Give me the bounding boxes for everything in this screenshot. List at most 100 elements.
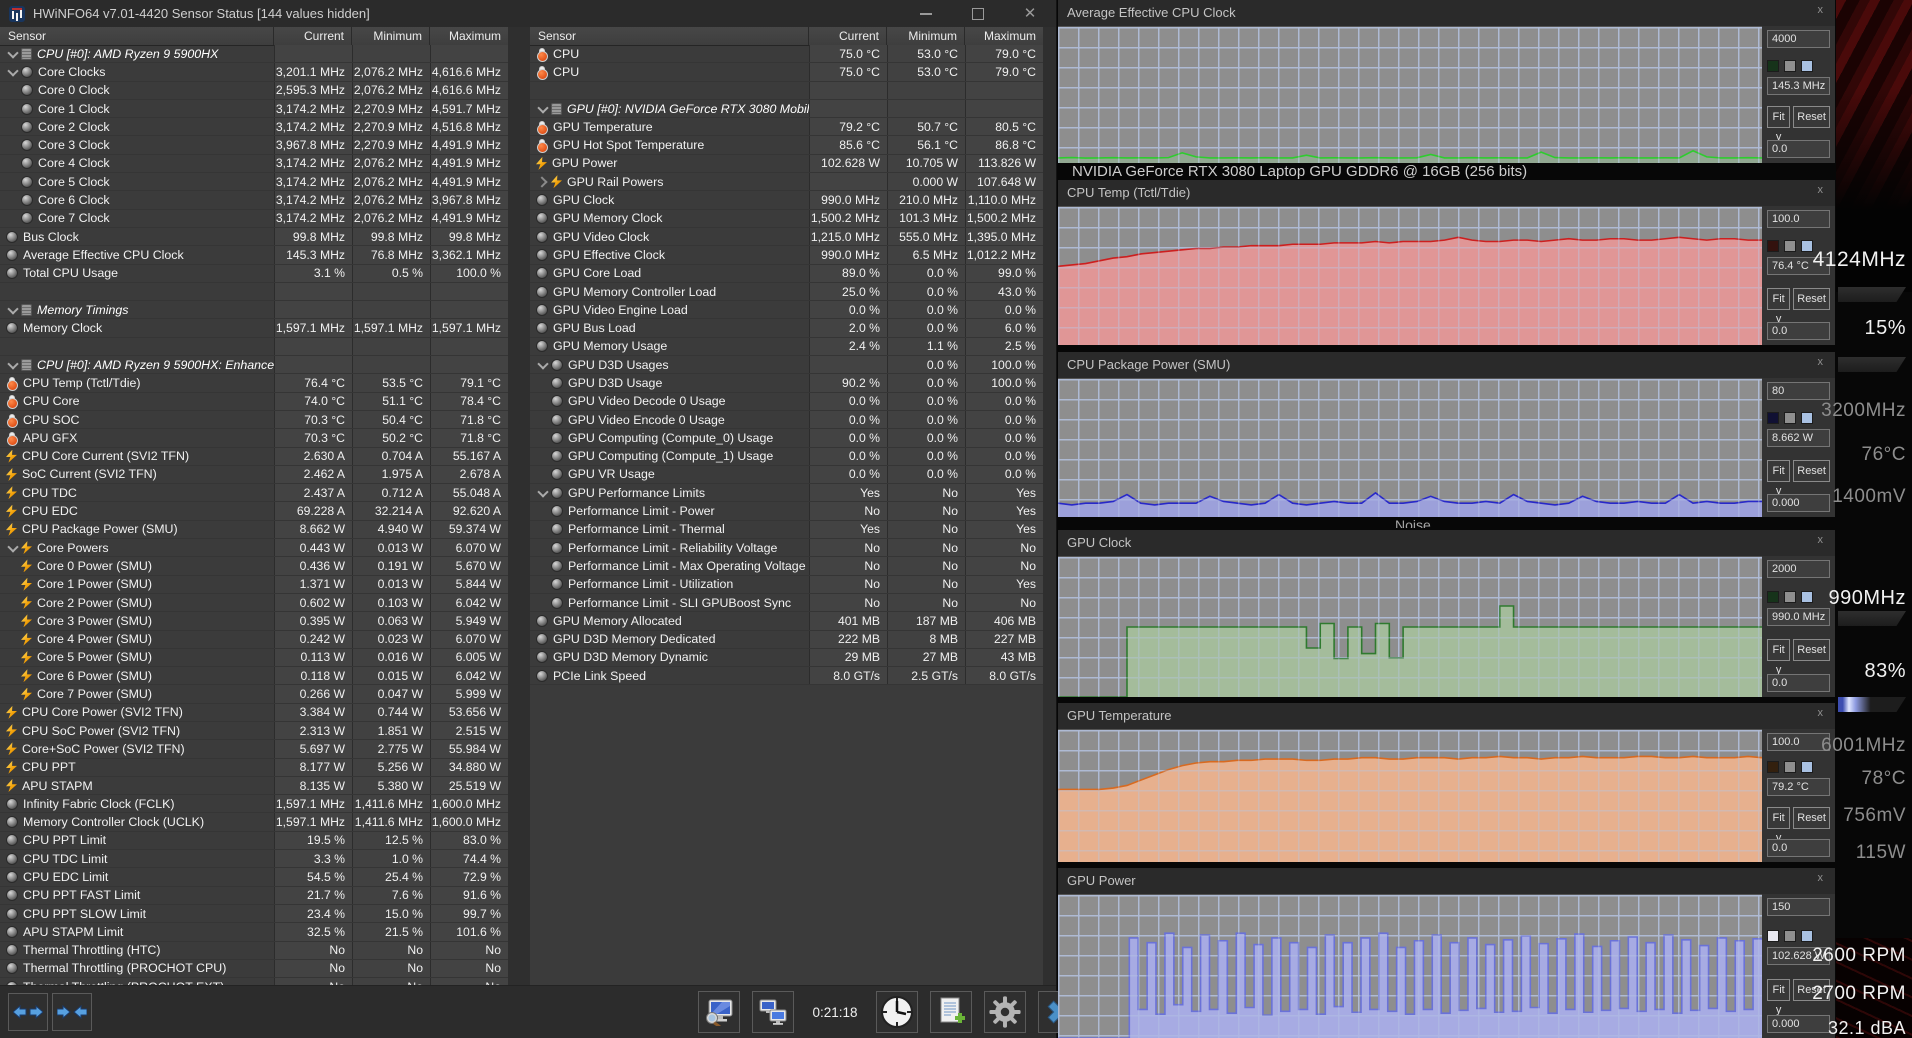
graph-titlebar[interactable]: CPU Package Power (SMU)x	[1058, 352, 1835, 378]
grid-color-swatch[interactable]	[1801, 60, 1813, 72]
sensor-row[interactable]: GPU Memory Allocated401 MB187 MB406 MB	[530, 612, 1043, 630]
scale-max-field[interactable]: 150	[1767, 898, 1830, 916]
column-header-maximum[interactable]: Maximum	[429, 27, 508, 45]
close-icon[interactable]: x	[1818, 356, 1824, 368]
sensor-row[interactable]: CPU PPT8.177 W5.256 W34.880 W	[0, 759, 508, 777]
sensor-row[interactable]: Core 6 Power (SMU)0.118 W0.015 W6.042 W	[0, 667, 508, 685]
chevron-down-icon[interactable]	[8, 49, 17, 58]
sensor-row[interactable]: Core+SoC Power (SVI2 TFN)5.697 W2.775 W5…	[0, 740, 508, 758]
sensor-row[interactable]: GPU Bus Load2.0 %0.0 %6.0 %	[530, 319, 1043, 337]
sensor-group-row[interactable]: GPU [#0]: NVIDIA GeForce RTX 3080 Mobile…	[530, 100, 1043, 118]
sensor-row[interactable]: GPU Computing (Compute_1) Usage0.0 %0.0 …	[530, 448, 1043, 466]
grid-color-swatch[interactable]	[1801, 412, 1813, 424]
sensor-row[interactable]: CPU PPT Limit19.5 %12.5 %83.0 %	[0, 832, 508, 850]
fit-y-button[interactable]: Fit y	[1767, 288, 1790, 310]
reset-button[interactable]: Reset	[1793, 288, 1830, 310]
reset-button[interactable]: Reset	[1793, 460, 1830, 482]
line-color-swatch[interactable]	[1767, 591, 1779, 603]
background-color-swatch[interactable]	[1784, 930, 1796, 942]
table-header[interactable]: Sensor Current Minimum Maximum	[530, 27, 1043, 46]
table-header[interactable]: Sensor Current Minimum Maximum	[0, 27, 508, 46]
sensor-row[interactable]: APU STAPM8.135 W5.380 W25.519 W	[0, 777, 508, 795]
system-summary-button[interactable]	[698, 991, 740, 1033]
sensor-row[interactable]: APU STAPM Limit32.5 %21.5 %101.6 %	[0, 923, 508, 941]
sensor-group-row[interactable]: CPU [#0]: AMD Ryzen 9 5900HX	[0, 45, 508, 63]
scale-min-field[interactable]: 0.000	[1767, 1015, 1830, 1033]
background-color-swatch[interactable]	[1784, 60, 1796, 72]
sensor-row[interactable]: Memory Controller Clock (UCLK)1,597.1 MH…	[0, 813, 508, 831]
background-color-swatch[interactable]	[1784, 761, 1796, 773]
sensor-row[interactable]: GPU Effective Clock990.0 MHz6.5 MHz1,012…	[530, 246, 1043, 264]
sensor-row[interactable]: GPU Memory Controller Load25.0 %0.0 %43.…	[530, 283, 1043, 301]
remote-monitoring-button[interactable]	[752, 991, 794, 1033]
sensor-row[interactable]: GPU Core Load89.0 %0.0 %99.0 %	[530, 265, 1043, 283]
sensor-row[interactable]: Performance Limit - ThermalYesNoYes	[530, 521, 1043, 539]
column-header-current[interactable]: Current	[273, 27, 351, 45]
sensor-row[interactable]: Core 7 Clock3,174.2 MHz2,076.2 MHz4,491.…	[0, 210, 508, 228]
chevron-right-icon[interactable]	[538, 177, 547, 186]
scale-max-field[interactable]: 4000	[1767, 30, 1830, 48]
sensor-row[interactable]: Thermal Throttling (HTC)NoNoNo	[0, 942, 508, 960]
sensor-row[interactable]: CPU SoC Power (SVI2 TFN)2.313 W1.851 W2.…	[0, 722, 508, 740]
sensor-row[interactable]: Core 3 Power (SMU)0.395 W0.063 W5.949 W	[0, 612, 508, 630]
reset-button[interactable]: Reset	[1793, 639, 1830, 661]
line-color-swatch[interactable]	[1767, 60, 1779, 72]
sensor-row[interactable]: Core 1 Power (SMU)1.371 W0.013 W5.844 W	[0, 576, 508, 594]
fit-y-button[interactable]: Fit y	[1767, 807, 1790, 829]
scale-min-field[interactable]: 0.0	[1767, 674, 1830, 692]
sensor-row[interactable]: GPU Video Engine Load0.0 %0.0 %0.0 %	[530, 301, 1043, 319]
scale-min-field[interactable]: 0.0	[1767, 322, 1830, 340]
column-header-minimum[interactable]: Minimum	[886, 27, 964, 45]
sensor-group-row[interactable]: Memory Timings	[0, 301, 508, 319]
fit-y-button[interactable]: Fit y	[1767, 106, 1790, 128]
column-header-sensor[interactable]: Sensor	[0, 27, 273, 45]
chevron-down-icon[interactable]	[538, 104, 547, 113]
sensor-row[interactable]: CPU Core Current (SVI2 TFN)2.630 A0.704 …	[0, 448, 508, 466]
maximize-button[interactable]	[952, 0, 1004, 27]
chevron-down-icon[interactable]	[538, 360, 547, 369]
scale-min-field[interactable]: 0.0	[1767, 839, 1830, 857]
sensor-row[interactable]: CPU TDC2.437 A0.712 A55.048 A	[0, 484, 508, 502]
close-icon[interactable]: x	[1818, 184, 1824, 196]
line-color-swatch[interactable]	[1767, 412, 1779, 424]
sensor-row[interactable]: GPU D3D Usages0.0 %100.0 %	[530, 356, 1043, 374]
close-button[interactable]: ✕	[1004, 0, 1056, 27]
column-header-maximum[interactable]: Maximum	[964, 27, 1043, 45]
background-color-swatch[interactable]	[1784, 591, 1796, 603]
sensor-row[interactable]: GPU D3D Memory Dynamic29 MB27 MB43 MB	[530, 649, 1043, 667]
sensor-row[interactable]: Performance Limit - Reliability VoltageN…	[530, 539, 1043, 557]
scale-max-field[interactable]: 80	[1767, 382, 1830, 400]
column-header-current[interactable]: Current	[808, 27, 886, 45]
line-color-swatch[interactable]	[1767, 930, 1779, 942]
sensor-row[interactable]: Performance Limit - Max Operating Voltag…	[530, 557, 1043, 575]
sensor-row[interactable]: Core 6 Clock3,174.2 MHz2,076.2 MHz3,967.…	[0, 191, 508, 209]
sensor-row[interactable]: GPU Video Decode 0 Usage0.0 %0.0 %0.0 %	[530, 393, 1043, 411]
minimize-button[interactable]	[900, 0, 952, 27]
sensor-row[interactable]: GPU Video Clock1,215.0 MHz555.0 MHz1,395…	[530, 228, 1043, 246]
fit-y-button[interactable]: Fit y	[1767, 979, 1790, 1001]
graph-titlebar[interactable]: GPU Clockx	[1058, 530, 1835, 556]
sensor-row[interactable]: Core 3 Clock3,967.8 MHz2,270.9 MHz4,491.…	[0, 136, 508, 154]
sensor-row[interactable]: GPU Performance LimitsYesNoYes	[530, 484, 1043, 502]
fit-y-button[interactable]: Fit y	[1767, 639, 1790, 661]
close-icon[interactable]: x	[1818, 872, 1824, 884]
sensor-row[interactable]: GPU Computing (Compute_0) Usage0.0 %0.0 …	[530, 429, 1043, 447]
scale-max-field[interactable]: 100.0	[1767, 210, 1830, 228]
chevron-down-icon[interactable]	[538, 488, 547, 497]
sensor-row[interactable]: Core Powers0.443 W0.013 W6.070 W	[0, 539, 508, 557]
sensor-row[interactable]: CPU EDC69.228 A32.214 A92.620 A	[0, 502, 508, 520]
sensor-row[interactable]: Performance Limit - PowerNoNoYes	[530, 502, 1043, 520]
expand-columns-button[interactable]	[8, 993, 48, 1031]
line-color-swatch[interactable]	[1767, 240, 1779, 252]
sensor-row[interactable]: Total CPU Usage3.1 %0.5 %100.0 %	[0, 265, 508, 283]
chevron-down-icon[interactable]	[8, 543, 17, 552]
sensor-row[interactable]: Performance Limit - UtilizationNoNoYes	[530, 576, 1043, 594]
sensor-row[interactable]: Thermal Throttling (PROCHOT EXT)NoNoNo	[0, 978, 508, 985]
sensor-group-row[interactable]: CPU [#0]: AMD Ryzen 9 5900HX: Enhanced	[0, 356, 508, 374]
column-header-minimum[interactable]: Minimum	[351, 27, 429, 45]
grid-color-swatch[interactable]	[1801, 240, 1813, 252]
sensor-row[interactable]: GPU Memory Clock1,500.2 MHz101.3 MHz1,50…	[530, 210, 1043, 228]
sensor-row[interactable]: Memory Clock1,597.1 MHz1,597.1 MHz1,597.…	[0, 319, 508, 337]
scale-min-field[interactable]: 0.000	[1767, 494, 1830, 512]
sensor-row[interactable]: Core 0 Clock2,595.3 MHz2,076.2 MHz4,616.…	[0, 82, 508, 100]
